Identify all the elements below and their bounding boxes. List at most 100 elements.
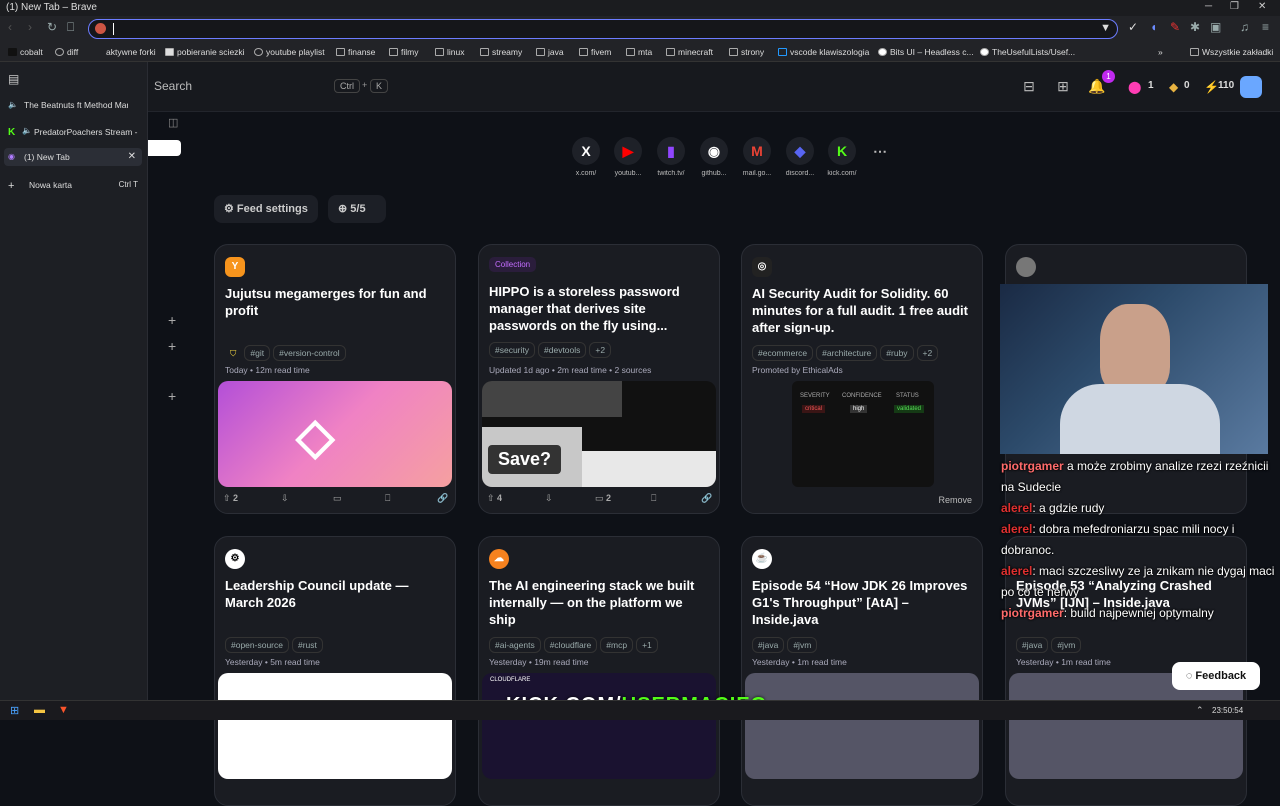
media-icon[interactable]: ♫ xyxy=(1240,20,1249,34)
card-tags: #ecommerce #architecture #ruby +2 xyxy=(752,345,941,361)
feed-card[interactable]: Collection HIPPO is a storeless password… xyxy=(478,244,720,514)
feed-card-ad[interactable]: ◎ AI Security Audit for Solidity. 60 min… xyxy=(741,244,983,514)
bookmark-icon[interactable]: ⎕ xyxy=(67,20,74,35)
source-icon: ☁ xyxy=(489,549,509,569)
bookmark-item[interactable]: TheUsefulLists/Usef... xyxy=(980,47,1075,57)
feed-card[interactable]: ☕ Episode 54 “How JDK 26 Improves G1's T… xyxy=(741,536,983,806)
bookmarks-bar: cobalt diff aktywne forki pobieranie sci… xyxy=(0,42,1280,62)
bookmark-item[interactable]: youtube playlist xyxy=(254,47,325,57)
maximize-icon[interactable]: ❐ xyxy=(1230,1,1239,12)
bookmark-item[interactable]: pobieranie sciezki xyxy=(165,47,245,57)
plus-icon[interactable]: + xyxy=(168,388,176,404)
window-titlebar: (1) New Tab – Brave ─ ❐ ✕ xyxy=(0,0,1280,16)
shortcut-x[interactable]: Xx.com/ xyxy=(566,137,606,177)
streamer-shirt xyxy=(1060,384,1220,454)
card-title[interactable]: HIPPO is a storeless password manager th… xyxy=(489,283,711,334)
card-actions: ⇧ 4 ⇩ ▭ 2 ⎕ 🔗 xyxy=(479,489,719,509)
address-bar[interactable]: ▼ xyxy=(88,19,1118,39)
bookmark-folder[interactable]: filmy xyxy=(389,47,418,57)
shortcut-github[interactable]: ◉ github... xyxy=(694,137,734,177)
shortcut-discord[interactable]: ◆ discord... xyxy=(780,137,820,177)
bookmarks-overflow-icon[interactable]: » xyxy=(1158,47,1163,57)
upvote-icon[interactable]: ⇧ 2 xyxy=(223,493,238,504)
bookmark-item[interactable]: diff xyxy=(55,47,78,57)
copy-link-icon[interactable]: 🔗 xyxy=(701,493,712,504)
comment-icon[interactable]: ▭ xyxy=(333,493,342,504)
apps-icon[interactable]: ⊞ xyxy=(1054,78,1072,96)
briefcase-icon[interactable]: ⊟ xyxy=(1020,78,1038,96)
bookmark-folder[interactable]: streamy xyxy=(480,47,522,57)
upvote-icon[interactable]: ⇧ 4 xyxy=(487,493,502,504)
card-title[interactable]: Episode 54 “How JDK 26 Improves G1's Thr… xyxy=(752,577,974,628)
extension-red-icon[interactable]: ✎ xyxy=(1170,20,1180,34)
bookmark-folder[interactable]: linux xyxy=(435,47,464,57)
menu-icon[interactable]: ≡ xyxy=(1262,20,1269,34)
bookmark-folder[interactable]: fivem xyxy=(579,47,611,57)
bookmark-item[interactable]: vscode klawiszologia xyxy=(778,47,869,57)
sidebar-toggle-icon[interactable]: ▣ xyxy=(1210,20,1221,34)
feed-card[interactable]: ⚙ Leadership Council update — March 2026… xyxy=(214,536,456,806)
avatar[interactable] xyxy=(1240,76,1262,98)
feed-count-button[interactable]: ⊕ 5/5 xyxy=(328,195,386,223)
check-icon[interactable]: ✓ xyxy=(1128,20,1138,34)
card-thumbnail: ◇ xyxy=(218,381,452,487)
back-icon[interactable]: ‹ xyxy=(8,20,12,34)
brave-taskbar-icon[interactable]: ▼ xyxy=(58,704,69,716)
tab-item[interactable]: 🔈 The Beatnuts ft Method Man - xyxy=(4,96,142,114)
collection-badge: Collection xyxy=(489,257,537,272)
shortcut-twitch[interactable]: ▮ twitch.tv/ xyxy=(651,137,691,177)
bookmark-item[interactable]: Bits UI – Headless c... xyxy=(878,47,974,57)
bookmark-folder[interactable]: finanse xyxy=(336,47,375,57)
shortcut-gmail[interactable]: Mmail.go... xyxy=(737,137,777,177)
shortcut-kick[interactable]: Kkick.com/ xyxy=(822,137,862,177)
feed-card[interactable]: Y Jujutsu megamerges for fun and profit … xyxy=(214,244,456,514)
bookmark-folder[interactable]: java xyxy=(536,47,564,57)
close-tab-icon[interactable]: ✕ xyxy=(128,151,136,162)
vertical-tabs-sidebar: ▤ 🔈 The Beatnuts ft Method Man - K Preda… xyxy=(0,62,148,700)
brave-shield-icon[interactable]: ▼ xyxy=(1100,22,1111,34)
bookmark-icon[interactable]: ⎕ xyxy=(385,493,390,504)
chat-bubble-icon: ◌ xyxy=(1185,670,1196,682)
collapse-icon[interactable]: ◫ xyxy=(168,116,178,129)
feedback-button[interactable]: ◌ Feedback xyxy=(1172,662,1260,690)
remove-ad-button[interactable]: Remove xyxy=(938,495,972,505)
card-title[interactable]: Jujutsu megamerges for fun and profit xyxy=(225,285,447,319)
reload-icon[interactable]: ↻ xyxy=(47,20,57,34)
explorer-icon[interactable]: ▬ xyxy=(34,704,45,716)
bookmark-item[interactable]: cobalt xyxy=(8,47,43,57)
downvote-icon[interactable]: ⇩ xyxy=(281,493,289,504)
start-icon[interactable]: ⊞ xyxy=(10,704,19,717)
card-meta: Today • 12m read time xyxy=(225,365,310,375)
downvote-icon[interactable]: ⇩ xyxy=(545,493,553,504)
sidebar-panel-toggle[interactable] xyxy=(148,140,181,156)
comment-icon[interactable]: ▭ 2 xyxy=(595,493,611,504)
all-bookmarks-folder[interactable]: Wszystkie zakładki xyxy=(1190,47,1273,57)
bookmark-folder[interactable]: mta xyxy=(626,47,652,57)
minimize-icon[interactable]: ─ xyxy=(1205,1,1212,12)
bookmark-folder[interactable]: minecraft xyxy=(666,47,713,57)
shortcut-youtube[interactable]: ▶ youtub... xyxy=(608,137,648,177)
feed-settings-button[interactable]: ⚙ Feed settings xyxy=(214,195,318,223)
search-input[interactable]: Search xyxy=(154,79,192,93)
tab-item-active[interactable]: ◉ (1) New Tab ✕ xyxy=(4,148,142,166)
plus-icon[interactable]: + xyxy=(168,338,176,354)
wallet-icon[interactable]: ◖ xyxy=(1150,20,1157,34)
close-window-icon[interactable]: ✕ xyxy=(1258,1,1266,12)
plus-icon[interactable]: + xyxy=(168,312,176,328)
copy-link-icon[interactable]: 🔗 xyxy=(437,493,448,504)
card-title[interactable]: AI Security Audit for Solidity. 60 minut… xyxy=(752,285,974,336)
extensions-icon[interactable]: ✱ xyxy=(1190,20,1200,34)
more-shortcuts-icon[interactable]: ⋯ xyxy=(860,137,900,165)
forward-icon[interactable]: › xyxy=(28,20,32,34)
bookmark-icon[interactable]: ⎕ xyxy=(651,493,656,504)
bookmark-item[interactable]: aktywne forki xyxy=(94,47,156,57)
streamer-face xyxy=(1100,304,1170,394)
tab-item[interactable]: K PredatorPoachers Stream - 🔈 xyxy=(4,123,142,141)
bookmark-folder[interactable]: strony xyxy=(729,47,764,57)
tray-icons[interactable]: ⌃ xyxy=(1196,705,1204,716)
new-tab-button[interactable]: + Nowa karta Ctrl T xyxy=(4,176,142,194)
card-title[interactable]: The AI engineering stack we built intern… xyxy=(489,577,711,628)
card-title[interactable]: Leadership Council update — March 2026 xyxy=(225,577,447,611)
sidebar-panel-icon[interactable]: ▤ xyxy=(8,72,19,86)
feed-card[interactable]: ☁ The AI engineering stack we built inte… xyxy=(478,536,720,806)
